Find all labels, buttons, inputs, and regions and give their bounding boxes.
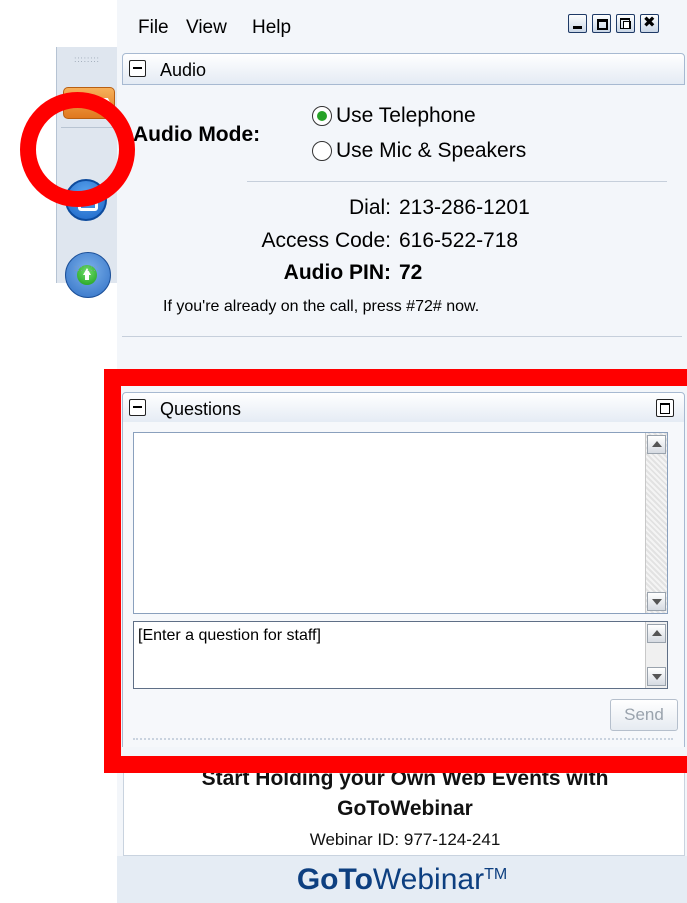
radio-label-telephone: Use Telephone: [336, 104, 476, 127]
audio-bottom-divider: [122, 336, 682, 337]
webinar-id: Webinar ID: 977-124-241: [309, 830, 501, 849]
logo-rest: Webinar: [372, 863, 485, 896]
gotowebinar-logo: GoToWebinarTM: [117, 856, 687, 903]
highlight-circle: [20, 92, 135, 207]
promo-line-2[interactable]: GoToWebinar: [124, 797, 686, 821]
audio-mode-label: Audio Mode:: [133, 123, 261, 146]
radio-unselected-icon[interactable]: [312, 141, 332, 161]
toolbar-grip-bottom[interactable]: ::::::::: [65, 262, 109, 276]
restore-icon[interactable]: [616, 14, 635, 33]
dial-number: 213-286-1201: [399, 196, 530, 219]
audio-section-title: Audio: [160, 60, 207, 80]
maximize-icon[interactable]: [592, 14, 611, 33]
access-code-value: 616-522-718: [399, 229, 519, 252]
collapse-audio-icon[interactable]: [129, 60, 146, 77]
audio-divider: [247, 181, 667, 182]
logo-bold: GoTo: [296, 863, 373, 896]
audio-section-header[interactable]: Audio: [122, 53, 685, 85]
menu-file[interactable]: File: [138, 17, 169, 39]
audio-pin-note: If you're already on the call, press #72…: [163, 298, 480, 315]
toolbar-grip-top[interactable]: ::::::::: [65, 53, 109, 67]
highlight-rectangle: [104, 369, 687, 773]
audio-section-body: Audio Mode: Use Telephone Use Mic & Spea…: [117, 86, 687, 356]
logo-trademark: TM: [484, 866, 508, 883]
audio-pin-value: 72: [399, 261, 423, 284]
menu-view[interactable]: View: [186, 17, 227, 39]
radio-selected-icon[interactable]: [312, 106, 332, 126]
radio-label-mic: Use Mic & Speakers: [336, 139, 527, 162]
menu-bar: File View Help: [117, 0, 687, 45]
audio-pin-label: Audio PIN:: [283, 261, 391, 284]
close-icon[interactable]: [640, 13, 659, 33]
menu-help[interactable]: Help: [252, 17, 291, 39]
dial-label: Dial:: [348, 196, 391, 219]
access-code-label: Access Code:: [261, 229, 391, 252]
minimize-icon[interactable]: [568, 14, 587, 33]
